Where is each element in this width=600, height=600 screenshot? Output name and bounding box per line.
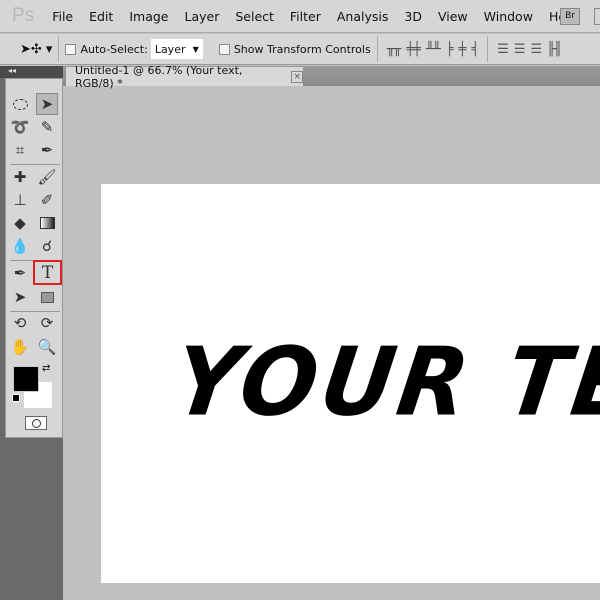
blur-tool-icon[interactable]: 💧 (9, 235, 31, 257)
brush-tool-icon[interactable]: 🖌 (36, 166, 58, 188)
chevron-down-icon: ▼ (192, 44, 199, 54)
toolbox: ➤ ➰ ✎ ⌗ ✒ ✚ 🖌 ⊥ ✐ ◆ 💧 ☌ ✒ T ➤ ⟲ ⟳ ✋ 🔍 ⇄ (5, 78, 63, 438)
show-transform-checkbox[interactable] (218, 43, 230, 55)
divider (376, 36, 378, 62)
auto-select-dropdown[interactable]: Layer ▼ (150, 39, 203, 59)
distribute-top-icon[interactable]: ☰ (497, 42, 509, 57)
options-bar: ➤✣ ▾ Auto-Select: Layer ▼ Show Transform … (0, 34, 600, 65)
extra-button[interactable] (594, 8, 600, 25)
canvas-text-layer[interactable]: YOUR TEXT (167, 327, 600, 437)
hand-tool-icon[interactable]: ✋ (9, 336, 31, 358)
distribute-vcenter-icon[interactable]: ☰ (514, 42, 526, 57)
menu-file[interactable]: File (52, 9, 73, 24)
quick-mask-button[interactable] (25, 416, 47, 430)
align-right-icon[interactable]: ╡ (471, 42, 479, 57)
divider (487, 36, 489, 62)
align-left-icon[interactable]: ╞ (446, 42, 454, 57)
document-tab-title: Untitled-1 @ 66.7% (Your text, RGB/8) * (75, 63, 243, 90)
menu-3d[interactable]: 3D (404, 9, 422, 24)
healing-brush-tool-icon[interactable]: ✚ (9, 166, 31, 188)
auto-select-label: Auto-Select: (80, 42, 148, 56)
menu-filter[interactable]: Filter (290, 9, 321, 24)
distribute-left-icon[interactable]: ╟╢ (547, 42, 562, 57)
3d-rotate-tool-icon[interactable]: ⟲ (9, 312, 31, 334)
3d-orbit-tool-icon[interactable]: ⟳ (36, 312, 58, 334)
auto-select-checkbox[interactable] (65, 43, 77, 55)
photoshop-logo: Ps (12, 5, 35, 26)
align-bottom-icon[interactable]: ╨╨ (426, 42, 441, 57)
panel-collapse-button[interactable]: ◂◂ (0, 66, 63, 78)
foreground-color-swatch[interactable] (13, 366, 39, 392)
crop-tool-icon[interactable]: ⌗ (9, 139, 31, 161)
lasso-tool-icon[interactable]: ➰ (9, 116, 31, 138)
clone-stamp-tool-icon[interactable]: ⊥ (9, 189, 31, 211)
quick-mask-icon (31, 418, 41, 428)
divider (58, 36, 60, 62)
menu-window[interactable]: Window (484, 9, 533, 24)
align-hcenter-icon[interactable]: ╪ (459, 42, 467, 57)
menu-edit[interactable]: Edit (89, 9, 113, 24)
menu-analysis[interactable]: Analysis (337, 9, 389, 24)
move-tool-preset-icon[interactable]: ➤✣ ▾ (20, 42, 52, 57)
type-tool-icon[interactable]: T (33, 260, 62, 285)
align-vcenter-icon[interactable]: ╪╪ (406, 42, 421, 57)
menu-view[interactable]: View (438, 9, 468, 24)
distribute-bottom-icon[interactable]: ☰ (530, 42, 542, 57)
menu-layer[interactable]: Layer (184, 9, 219, 24)
divider (10, 164, 60, 165)
document-tab[interactable]: Untitled-1 @ 66.7% (Your text, RGB/8) * … (66, 64, 303, 90)
move-tool-icon[interactable]: ➤ (36, 93, 58, 115)
marquee-tool-icon[interactable] (9, 93, 31, 115)
menu-bar: Ps File Edit Image Layer Select Filter A… (0, 0, 600, 33)
history-brush-tool-icon[interactable]: ✐ (36, 189, 58, 211)
align-top-icon[interactable]: ╥╥ (387, 42, 402, 57)
default-colors-icon[interactable] (12, 394, 20, 402)
auto-select-value: Layer (154, 42, 186, 56)
zoom-tool-icon[interactable]: 🔍 (36, 336, 58, 358)
pen-tool-icon[interactable]: ✒ (9, 262, 31, 284)
show-transform-label: Show Transform Controls (233, 42, 371, 56)
path-selection-tool-icon[interactable]: ➤ (9, 286, 31, 308)
dodge-tool-icon[interactable]: ☌ (36, 235, 58, 257)
menu-image[interactable]: Image (129, 9, 168, 24)
menu-select[interactable]: Select (235, 9, 274, 24)
eyedropper-tool-icon[interactable]: ✒ (36, 139, 58, 161)
toolbox-background (5, 438, 63, 600)
swap-colors-icon[interactable]: ⇄ (42, 363, 50, 374)
close-tab-icon[interactable]: × (291, 70, 303, 83)
gradient-tool-icon[interactable] (36, 212, 58, 234)
quick-selection-tool-icon[interactable]: ✎ (36, 116, 58, 138)
eraser-tool-icon[interactable]: ◆ (9, 212, 31, 234)
bridge-button[interactable]: Br (560, 8, 580, 25)
rectangle-tool-icon[interactable] (36, 286, 58, 308)
